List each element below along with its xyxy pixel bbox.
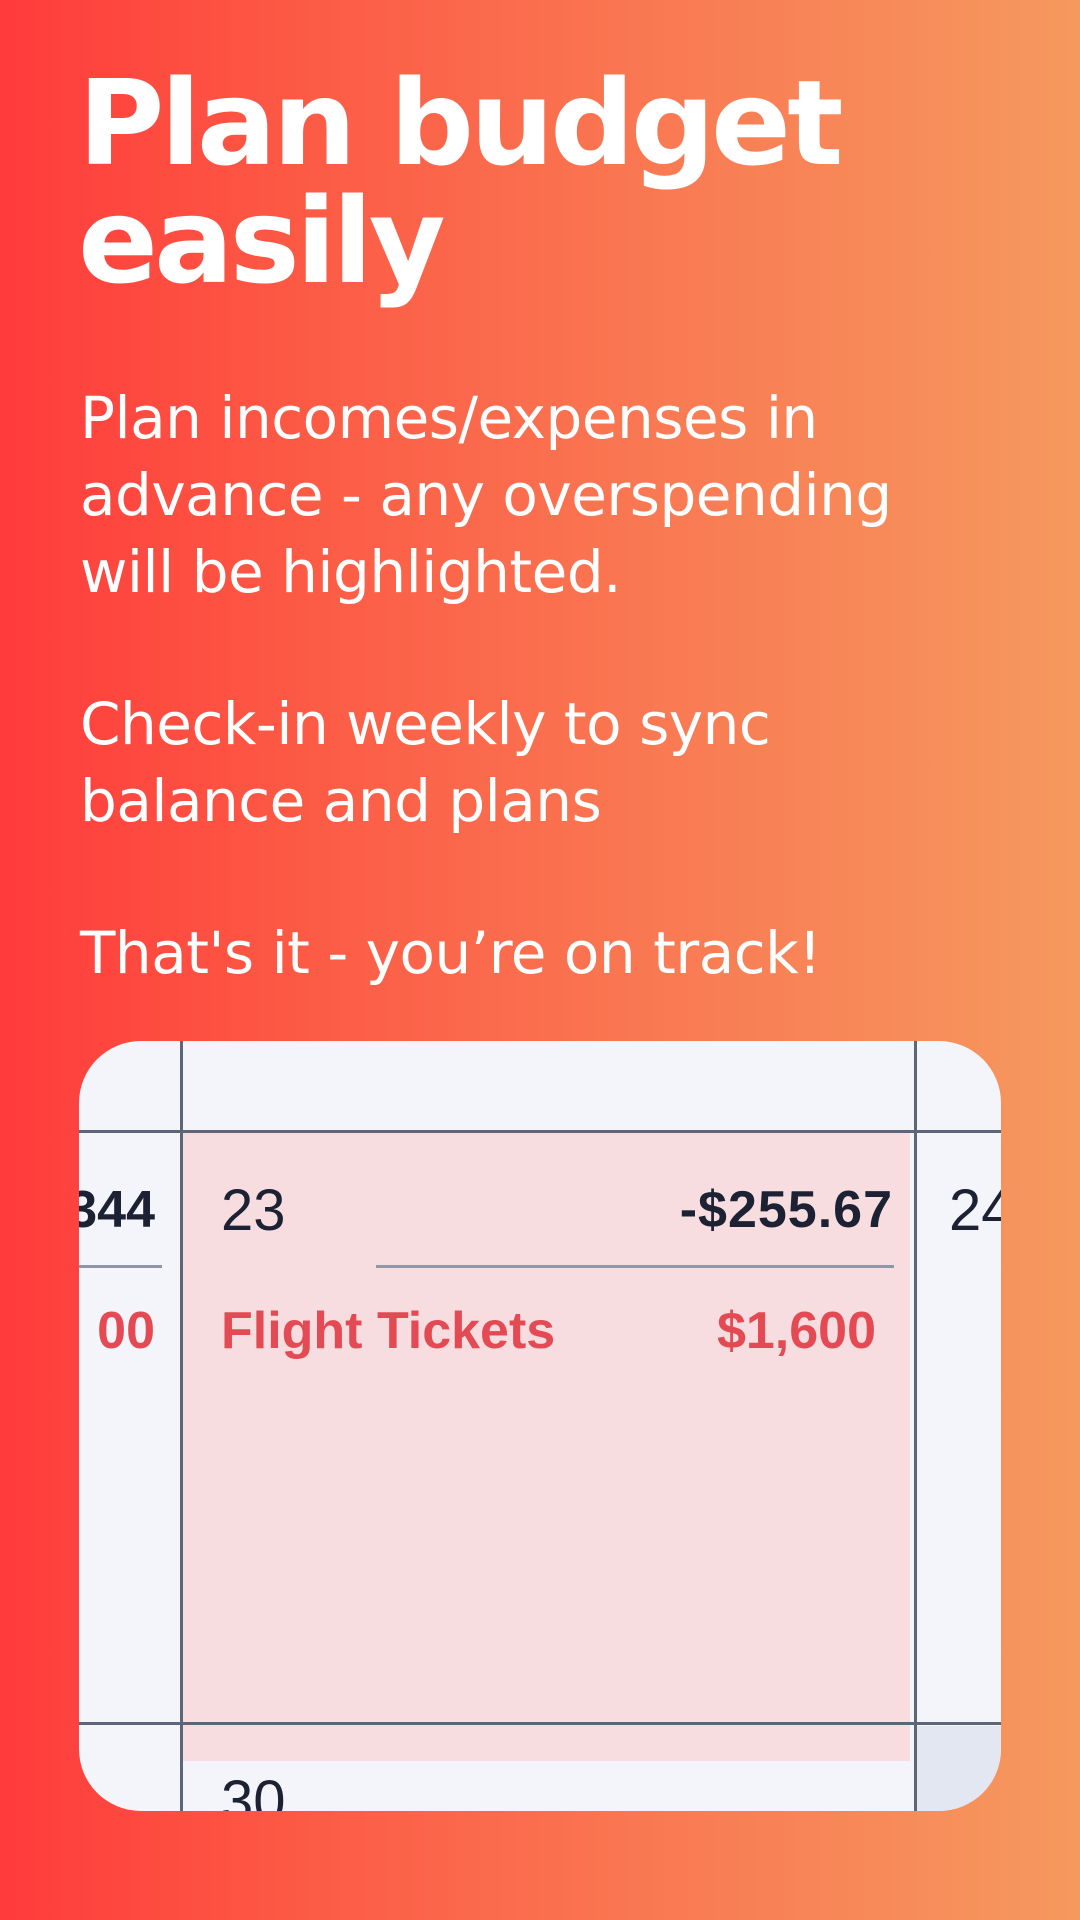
description-line: balance and plans: [80, 767, 602, 835]
description: Plan incomes/expenses in advance - any o…: [80, 380, 980, 1067]
description-line: Check-in weekly to sync: [80, 690, 771, 758]
description-line: advance - any overspending: [80, 461, 892, 529]
grid-line-horizontal: [79, 1722, 1001, 1725]
grid-line-vertical: [914, 1041, 917, 1811]
expense-name: Flight Tickets: [221, 1302, 556, 1360]
description-line: That's it - you’re on track!: [80, 919, 821, 987]
calendar-preview-card: 344 00 23 -$255.67 Flight Tickets $1,600…: [79, 1041, 1001, 1811]
balance-underline: [376, 1265, 894, 1268]
day-number: 23: [221, 1178, 286, 1243]
next-week-day-number: 30: [221, 1769, 286, 1812]
expense-amount: $1,600: [716, 1302, 876, 1360]
headline-line-2: easily: [78, 172, 446, 310]
headline: Plan budget easily: [78, 54, 843, 310]
grid-line-horizontal: [79, 1130, 1001, 1133]
description-paragraph-plan: Plan incomes/expenses in advance - any o…: [80, 380, 980, 611]
headline-line-1: Plan budget: [78, 54, 843, 192]
next-day-number: 24: [949, 1178, 1001, 1243]
grid-line-vertical: [180, 1041, 183, 1811]
description-line: Plan incomes/expenses in: [80, 384, 818, 452]
day-balance: -$255.67: [679, 1181, 893, 1239]
previous-cell-balance: 344: [79, 1181, 155, 1239]
next-week-adjacent-cell: [915, 1726, 1001, 1811]
previous-cell-amount: 00: [97, 1302, 155, 1360]
balance-underline: [79, 1265, 162, 1268]
description-paragraph-on-track: That's it - you’re on track!: [80, 915, 980, 992]
description-line: will be highlighted.: [80, 538, 622, 606]
description-paragraph-checkin: Check-in weekly to sync balance and plan…: [80, 686, 980, 840]
